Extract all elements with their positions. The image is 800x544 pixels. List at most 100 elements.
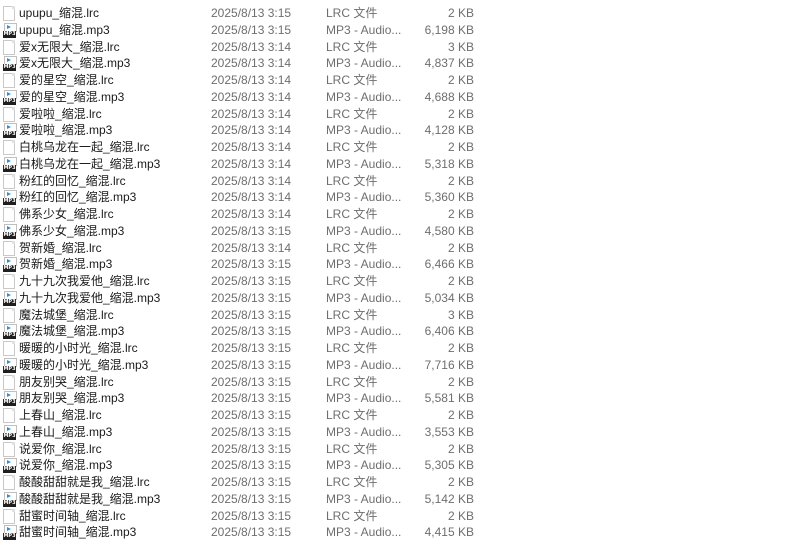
file-row[interactable]: 粉红的回忆_缩混.lrc 2025/8/13 3:14 LRC 文件 2 KB <box>0 173 800 190</box>
file-row[interactable]: MP3 贺新婚_缩混.mp3 2025/8/13 3:15 MP3 - Audio..… <box>0 256 800 273</box>
file-name[interactable]: 酸酸甜甜就是我_缩混.lrc <box>19 474 150 491</box>
file-size: 2 KB <box>447 441 474 456</box>
file-name[interactable]: 上春山_缩混.mp3 <box>19 424 112 441</box>
file-row[interactable]: MP3 上春山_缩混.mp3 2025/8/13 3:15 MP3 - Audio..… <box>0 424 800 441</box>
modified-date: 2025/8/13 3:15 <box>211 408 292 422</box>
file-name[interactable]: 爱的星空_缩混.lrc <box>19 72 114 89</box>
file-name[interactable]: 爱的星空_缩混.mp3 <box>19 89 124 106</box>
file-row[interactable]: 朋友别哭_缩混.lrc 2025/8/13 3:15 LRC 文件 2 KB <box>0 374 800 391</box>
file-name[interactable]: 说爱你_缩混.mp3 <box>19 457 112 474</box>
file-row[interactable]: MP3 酸酸甜甜就是我_缩混.mp3 2025/8/13 3:15 MP3 - Aud… <box>0 491 800 508</box>
file-row[interactable]: MP3 说爱你_缩混.mp3 2025/8/13 3:15 MP3 - Audio..… <box>0 457 800 474</box>
mp3-audio-icon: MP3 <box>3 257 17 273</box>
file-name[interactable]: 魔法城堡_缩混.lrc <box>19 307 114 324</box>
file-name[interactable]: 爱x无限大_缩混.mp3 <box>19 55 130 72</box>
file-name[interactable]: 爱啦啦_缩混.lrc <box>19 106 102 123</box>
file-size: 2 KB <box>447 341 474 355</box>
file-row[interactable]: MP3 暖暖的小时光_缩混.mp3 2025/8/13 3:15 MP3 - Audi… <box>0 357 800 374</box>
file-name[interactable]: 爱x无限大_缩混.lrc <box>19 39 120 56</box>
file-row[interactable]: 爱的星空_缩混.lrc 2025/8/13 3:14 LRC 文件 2 KB <box>0 72 800 89</box>
file-name[interactable]: 九十九次我爱他_缩混.mp3 <box>19 290 160 307</box>
file-name[interactable]: 上春山_缩混.lrc <box>19 407 102 424</box>
file-row[interactable]: upupu_缩混.lrc 2025/8/13 3:15 LRC 文件 2 KB <box>0 5 800 22</box>
document-icon <box>3 240 16 256</box>
mp3-audio-icon: MP3 <box>3 491 17 507</box>
file-type: MP3 - Audio... <box>326 257 402 272</box>
file-row[interactable]: MP3 九十九次我爱他_缩混.mp3 2025/8/13 3:15 MP3 - Aud… <box>0 290 800 307</box>
file-size: 6,198 KB <box>424 22 474 37</box>
file-row[interactable]: MP3 粉红的回忆_缩混.mp3 2025/8/13 3:14 MP3 - Audio… <box>0 189 800 206</box>
file-size: 5,581 KB <box>424 391 474 406</box>
file-name[interactable]: 暖暖的小时光_缩混.mp3 <box>19 357 148 374</box>
file-name[interactable]: 暖暖的小时光_缩混.lrc <box>19 340 138 357</box>
file-name[interactable]: 佛系少女_缩混.lrc <box>19 206 114 223</box>
modified-date: 2025/8/13 3:15 <box>211 6 292 20</box>
file-name[interactable]: 魔法城堡_缩混.mp3 <box>19 323 124 340</box>
file-name[interactable]: 朋友别哭_缩混.lrc <box>19 374 114 391</box>
mp3-audio-icon: MP3 <box>3 391 17 407</box>
file-name[interactable]: upupu_缩混.mp3 <box>19 22 110 39</box>
mp3-audio-icon: MP3 <box>3 56 17 72</box>
file-row[interactable]: 白桃乌龙在一起_缩混.lrc 2025/8/13 3:14 LRC 文件 2 KB <box>0 139 800 156</box>
file-row[interactable]: 爱x无限大_缩混.lrc 2025/8/13 3:14 LRC 文件 3 KB <box>0 39 800 56</box>
file-row[interactable]: MP3 upupu_缩混.mp3 2025/8/13 3:15 MP3 - Audio… <box>0 22 800 39</box>
modified-date: 2025/8/13 3:15 <box>211 491 292 506</box>
file-size: 2 KB <box>447 173 474 188</box>
file-row[interactable]: 甜蜜时间轴_缩混.lrc 2025/8/13 3:15 LRC 文件 2 KB <box>0 508 800 525</box>
file-name[interactable]: 朋友别哭_缩混.mp3 <box>19 390 124 407</box>
file-row[interactable]: MP3 朋友别哭_缩混.mp3 2025/8/13 3:15 MP3 - Audio.… <box>0 390 800 407</box>
modified-date: 2025/8/13 3:14 <box>211 89 292 104</box>
file-type: MP3 - Audio... <box>326 223 402 238</box>
file-size: 2 KB <box>447 140 474 154</box>
file-size: 7,716 KB <box>424 357 474 372</box>
file-type: LRC 文件 <box>326 441 378 456</box>
modified-date: 2025/8/13 3:15 <box>211 341 292 355</box>
file-name[interactable]: 粉红的回忆_缩混.mp3 <box>19 189 136 206</box>
file-name[interactable]: 甜蜜时间轴_缩混.mp3 <box>19 524 136 541</box>
file-row[interactable]: MP3 爱的星空_缩混.mp3 2025/8/13 3:14 MP3 - Audio.… <box>0 89 800 106</box>
modified-date: 2025/8/13 3:15 <box>211 307 292 322</box>
file-name[interactable]: 粉红的回忆_缩混.lrc <box>19 173 126 190</box>
file-row[interactable]: MP3 魔法城堡_缩混.mp3 2025/8/13 3:15 MP3 - Audio.… <box>0 323 800 340</box>
modified-date: 2025/8/13 3:14 <box>211 39 292 54</box>
file-type: LRC 文件 <box>326 6 378 20</box>
file-row[interactable]: MP3 爱啦啦_缩混.mp3 2025/8/13 3:14 MP3 - Audio..… <box>0 122 800 139</box>
file-row[interactable]: MP3 爱x无限大_缩混.mp3 2025/8/13 3:14 MP3 - Audio… <box>0 55 800 72</box>
file-type: LRC 文件 <box>326 341 378 355</box>
modified-date: 2025/8/13 3:15 <box>211 223 292 238</box>
file-row[interactable]: 魔法城堡_缩混.lrc 2025/8/13 3:15 LRC 文件 3 KB <box>0 307 800 324</box>
file-row[interactable]: 九十九次我爱他_缩混.lrc 2025/8/13 3:15 LRC 文件 2 KB <box>0 273 800 290</box>
file-name[interactable]: 甜蜜时间轴_缩混.lrc <box>19 508 126 525</box>
mp3-audio-icon: MP3 <box>3 525 17 541</box>
file-name[interactable]: 白桃乌龙在一起_缩混.mp3 <box>19 156 160 173</box>
modified-date: 2025/8/13 3:14 <box>211 56 292 71</box>
mp3-badge: MP3 <box>3 499 16 507</box>
modified-date: 2025/8/13 3:15 <box>211 374 292 389</box>
file-name[interactable]: 九十九次我爱他_缩混.lrc <box>19 273 150 290</box>
file-row[interactable]: 酸酸甜甜就是我_缩混.lrc 2025/8/13 3:15 LRC 文件 2 KB <box>0 474 800 491</box>
file-name[interactable]: 白桃乌龙在一起_缩混.lrc <box>19 139 150 156</box>
file-name[interactable]: 酸酸甜甜就是我_缩混.mp3 <box>19 491 160 508</box>
file-row[interactable]: MP3 佛系少女_缩混.mp3 2025/8/13 3:15 MP3 - Audio.… <box>0 223 800 240</box>
file-name[interactable]: 佛系少女_缩混.mp3 <box>19 223 124 240</box>
file-size: 2 KB <box>447 508 474 523</box>
file-row[interactable]: MP3 甜蜜时间轴_缩混.mp3 2025/8/13 3:15 MP3 - Audio… <box>0 524 800 541</box>
file-row[interactable]: 上春山_缩混.lrc 2025/8/13 3:15 LRC 文件 2 KB <box>0 407 800 424</box>
mp3-audio-icon: MP3 <box>3 458 17 474</box>
file-name[interactable]: upupu_缩混.lrc <box>19 5 99 22</box>
file-row[interactable]: 贺新婚_缩混.lrc 2025/8/13 3:14 LRC 文件 2 KB <box>0 240 800 257</box>
file-row[interactable]: MP3 白桃乌龙在一起_缩混.mp3 2025/8/13 3:14 MP3 - Aud… <box>0 156 800 173</box>
file-name[interactable]: 爱啦啦_缩混.mp3 <box>19 122 112 139</box>
mp3-audio-icon: MP3 <box>3 424 17 440</box>
file-row[interactable]: 佛系少女_缩混.lrc 2025/8/13 3:14 LRC 文件 2 KB <box>0 206 800 223</box>
file-name[interactable]: 贺新婚_缩混.lrc <box>19 240 102 257</box>
file-name[interactable]: 贺新婚_缩混.mp3 <box>19 256 112 273</box>
file-row[interactable]: 说爱你_缩混.lrc 2025/8/13 3:15 LRC 文件 2 KB <box>0 441 800 458</box>
file-row[interactable]: 暖暖的小时光_缩混.lrc 2025/8/13 3:15 LRC 文件 2 KB <box>0 340 800 357</box>
file-type: LRC 文件 <box>326 140 378 154</box>
file-type: MP3 - Audio... <box>326 491 402 506</box>
file-name[interactable]: 说爱你_缩混.lrc <box>19 441 102 458</box>
file-size: 6,406 KB <box>424 324 474 339</box>
mp3-badge: MP3 <box>3 131 16 139</box>
file-row[interactable]: 爱啦啦_缩混.lrc 2025/8/13 3:14 LRC 文件 2 KB <box>0 106 800 123</box>
